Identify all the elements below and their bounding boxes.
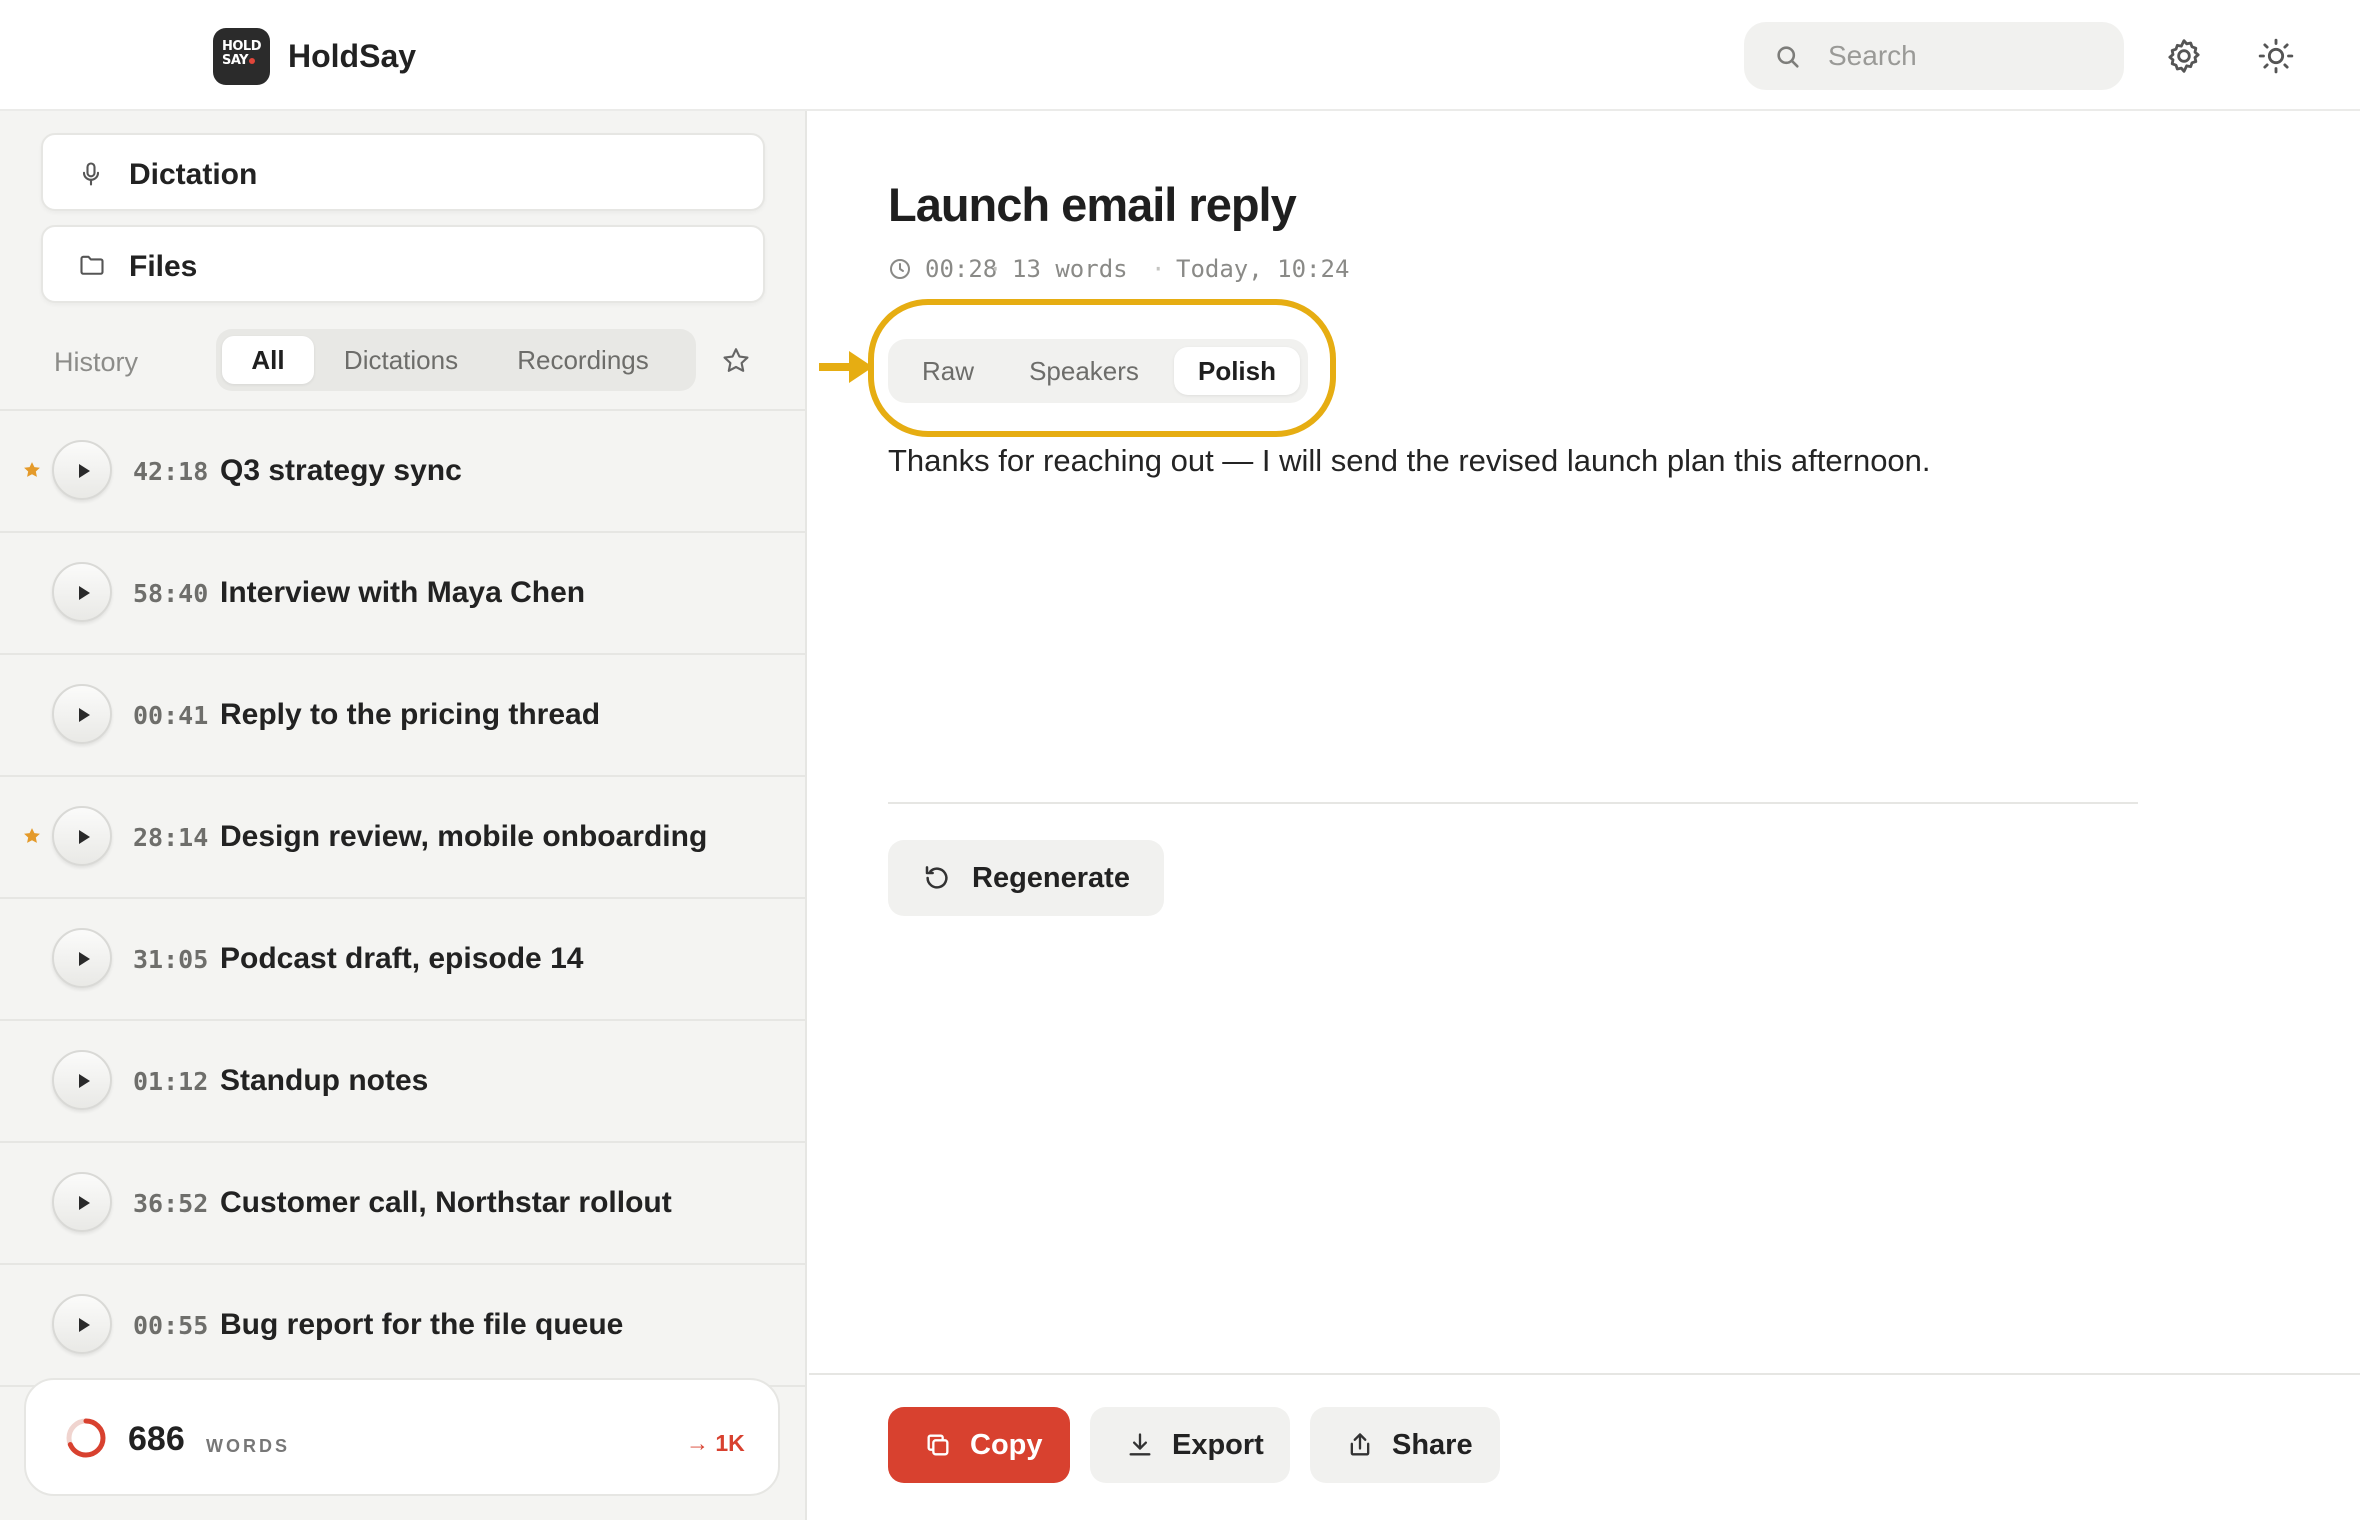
nav-files-label: Files bbox=[129, 250, 198, 283]
logo-dot bbox=[249, 58, 256, 64]
history-list: 42:18 Q3 strategy sync 58:40 Interview with… bbox=[0, 409, 805, 1387]
item-duration: 00:55 bbox=[133, 1311, 209, 1340]
app-name: HoldSay bbox=[288, 38, 417, 74]
history-item[interactable]: 01:12 Standup notes bbox=[0, 1021, 805, 1143]
meta-word-count: 13 words bbox=[1012, 255, 1128, 283]
item-title: Design review, mobile onboarding bbox=[220, 820, 708, 853]
word-count: 686 bbox=[128, 1420, 185, 1458]
transcript-mode-switch: Raw Speakers Polish bbox=[888, 339, 1308, 403]
star-filled-icon bbox=[24, 462, 40, 477]
sidebar: Dictation Files History All Dictations R… bbox=[0, 111, 807, 1520]
meta-timestamp: Today, 10:24 bbox=[1176, 255, 1350, 283]
copy-label: Copy bbox=[970, 1429, 1043, 1461]
item-title: Q3 strategy sync bbox=[220, 454, 462, 487]
share-button[interactable]: Share bbox=[1310, 1407, 1500, 1483]
item-title: Bug report for the file queue bbox=[220, 1308, 624, 1341]
nav-dictation-label: Dictation bbox=[129, 158, 258, 191]
meta-separator: · bbox=[1151, 255, 1166, 283]
transcript-text: Thanks for reaching out — I will send th… bbox=[888, 443, 1931, 478]
top-bar: HOLD SAY HoldSay bbox=[0, 0, 2360, 111]
regenerate-label: Regenerate bbox=[972, 862, 1130, 894]
item-duration: 42:18 bbox=[133, 457, 209, 486]
filter-recordings[interactable]: Recordings bbox=[488, 336, 678, 384]
page-title: Launch email reply bbox=[888, 178, 1297, 231]
history-filter: All Dictations Recordings bbox=[216, 329, 696, 391]
play-button[interactable] bbox=[52, 1294, 112, 1354]
arrow-right-icon bbox=[819, 351, 873, 383]
item-duration: 28:14 bbox=[133, 823, 209, 852]
meta-duration: 00:28 bbox=[925, 255, 998, 283]
history-item[interactable]: 58:40 Interview with Maya Chen bbox=[0, 533, 805, 655]
export-button[interactable]: Export bbox=[1090, 1407, 1290, 1483]
word-goal: → 1K bbox=[686, 1430, 745, 1456]
mode-polish[interactable]: Polish bbox=[1174, 347, 1300, 395]
microphone-icon bbox=[82, 162, 100, 186]
mode-speakers[interactable]: Speakers bbox=[1006, 347, 1162, 395]
filter-dictations[interactable]: Dictations bbox=[326, 336, 476, 384]
history-label: History bbox=[54, 347, 139, 377]
copy-button[interactable]: Copy bbox=[888, 1407, 1070, 1483]
logo-text-line1: HOLD bbox=[222, 39, 262, 54]
item-title: Reply to the pricing thread bbox=[220, 698, 601, 731]
play-button[interactable] bbox=[52, 1050, 112, 1110]
history-item[interactable]: 42:18 Q3 strategy sync bbox=[0, 411, 805, 533]
search-icon bbox=[1777, 46, 1799, 68]
history-item[interactable]: 00:41 Reply to the pricing thread bbox=[0, 655, 805, 777]
history-item[interactable]: 00:55 Bug report for the file queue bbox=[0, 1265, 805, 1387]
filter-all[interactable]: All bbox=[222, 336, 314, 384]
history-item[interactable]: 28:14 Design review, mobile onboarding bbox=[0, 777, 805, 899]
star-filter-icon[interactable] bbox=[720, 345, 752, 377]
action-bar: Copy Export Share bbox=[809, 1373, 2360, 1520]
copy-icon bbox=[927, 1434, 949, 1456]
nav-dictation[interactable]: Dictation bbox=[41, 133, 765, 211]
refresh-icon bbox=[925, 866, 948, 889]
nav-files[interactable]: Files bbox=[41, 225, 765, 303]
history-item[interactable]: 36:52 Customer call, Northstar rollout bbox=[0, 1143, 805, 1265]
play-button[interactable] bbox=[52, 1172, 112, 1232]
star-filled-icon bbox=[24, 828, 40, 843]
regenerate-button[interactable]: Regenerate bbox=[888, 840, 1164, 916]
item-duration: 31:05 bbox=[133, 945, 209, 974]
transcript-panel: Launch email reply 00:28 · 13 words · To… bbox=[809, 111, 2360, 1520]
item-duration: 01:12 bbox=[133, 1067, 209, 1096]
gear-icon[interactable] bbox=[2164, 36, 2204, 76]
play-button[interactable] bbox=[52, 928, 112, 988]
sun-icon[interactable] bbox=[2256, 36, 2296, 76]
item-duration: 36:52 bbox=[133, 1189, 209, 1218]
app-logo: HOLD SAY bbox=[213, 28, 270, 85]
play-button[interactable] bbox=[52, 440, 112, 500]
download-icon bbox=[1129, 1433, 1151, 1456]
item-duration: 00:41 bbox=[133, 701, 209, 730]
item-title: Podcast draft, episode 14 bbox=[220, 942, 584, 975]
logo-text-line2: SAY bbox=[222, 53, 249, 68]
usage-progress-ring bbox=[66, 1418, 106, 1458]
share-icon bbox=[1350, 1433, 1370, 1456]
folder-icon bbox=[80, 255, 104, 275]
share-label: Share bbox=[1392, 1429, 1473, 1461]
item-title: Standup notes bbox=[220, 1064, 429, 1097]
divider bbox=[888, 802, 2138, 804]
play-button[interactable] bbox=[52, 806, 112, 866]
play-button[interactable] bbox=[52, 684, 112, 744]
play-button[interactable] bbox=[52, 562, 112, 622]
word-count-unit: WORDS bbox=[206, 1436, 290, 1456]
word-usage-card: 686 WORDS → 1K bbox=[24, 1378, 780, 1496]
meta-separator: · bbox=[988, 255, 1003, 283]
item-title: Customer call, Northstar rollout bbox=[220, 1186, 672, 1219]
mode-raw[interactable]: Raw bbox=[896, 347, 1000, 395]
item-duration: 58:40 bbox=[133, 579, 209, 608]
export-label: Export bbox=[1172, 1429, 1264, 1461]
search-input[interactable] bbox=[1828, 36, 2108, 76]
search-bar[interactable] bbox=[1744, 22, 2124, 90]
clock-icon bbox=[890, 259, 910, 279]
history-item[interactable]: 31:05 Podcast draft, episode 14 bbox=[0, 899, 805, 1021]
item-title: Interview with Maya Chen bbox=[220, 576, 586, 609]
